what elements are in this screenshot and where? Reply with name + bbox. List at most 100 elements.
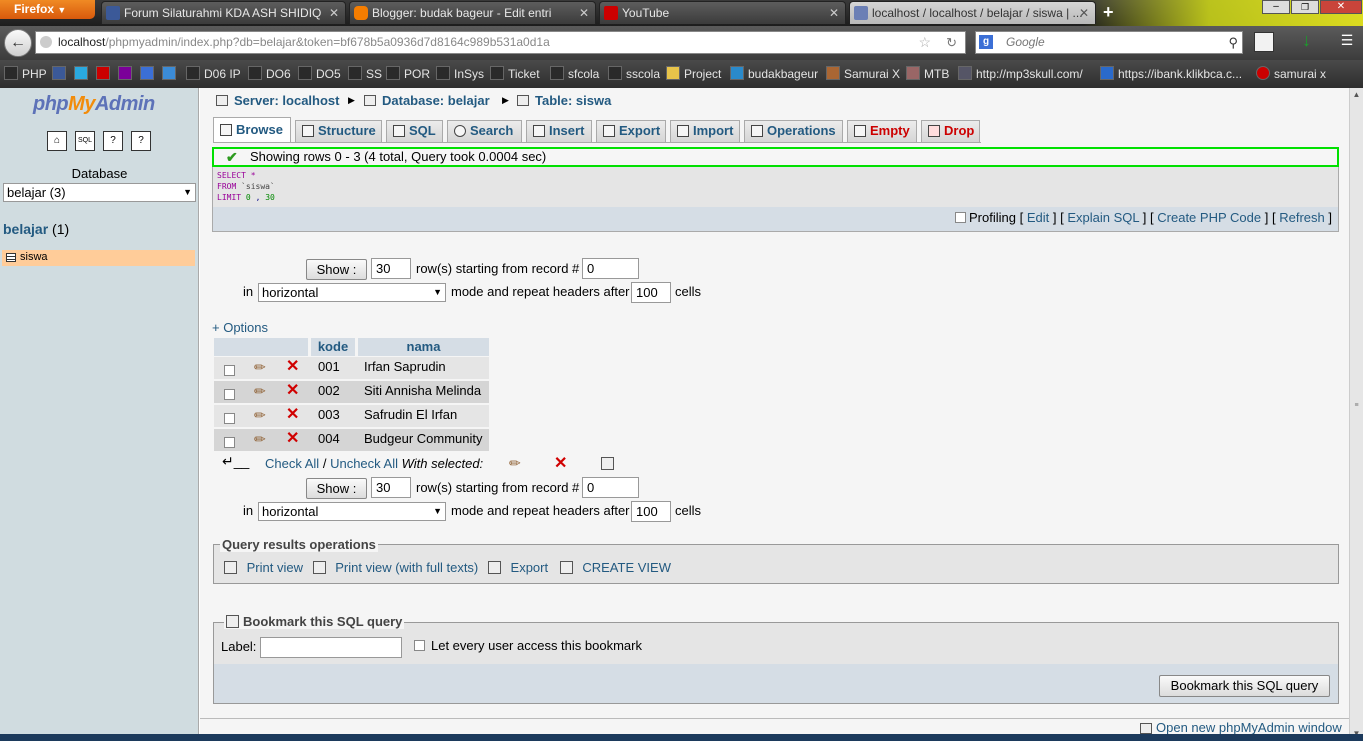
bookmark-label-input[interactable] bbox=[260, 637, 402, 658]
open-new-window-link[interactable]: Open new phpMyAdmin window bbox=[1156, 720, 1342, 735]
bookmark-ticket[interactable]: Ticket bbox=[490, 66, 540, 82]
mysql-docs-icon[interactable]: ? bbox=[131, 131, 151, 151]
repeat-headers-input[interactable]: 100 bbox=[631, 501, 671, 522]
search-icon[interactable]: ⚲ bbox=[1228, 32, 1238, 53]
vertical-scrollbar[interactable]: ▲ ≡ ▼ bbox=[1349, 88, 1363, 741]
bookmark-klikbca[interactable]: https://ibank.klikbca.c... bbox=[1100, 66, 1242, 82]
url-bar[interactable]: localhost/phpmyadmin/index.php?db=belaja… bbox=[35, 31, 966, 54]
tab-insert[interactable]: Insert bbox=[526, 120, 592, 142]
tab-import[interactable]: Import bbox=[670, 120, 740, 142]
show-button[interactable]: Show : bbox=[306, 478, 367, 499]
display-mode-select[interactable]: horizontal ▼ bbox=[258, 502, 446, 521]
addon-icon[interactable] bbox=[1254, 32, 1274, 52]
bookmark-project[interactable]: Project bbox=[666, 66, 721, 82]
browser-tab-blogger[interactable]: Blogger: budak bageur - Edit entri ✕ bbox=[349, 1, 596, 24]
row-checkbox[interactable] bbox=[224, 363, 238, 378]
bookmark-samurai-x[interactable]: Samurai X bbox=[826, 66, 900, 82]
bookmark-samurai-x-2[interactable]: samurai x bbox=[1256, 66, 1326, 82]
menu-icon[interactable]: ☰ bbox=[1335, 32, 1359, 52]
browser-tab-facebook[interactable]: Forum Silaturahmi KDA ASH SHIDIQ ✕ bbox=[101, 1, 346, 24]
row-checkbox[interactable] bbox=[224, 435, 238, 450]
row-checkbox[interactable] bbox=[224, 387, 238, 402]
column-header-kode[interactable]: kode bbox=[311, 338, 355, 356]
phpmyadmin-logo[interactable]: phpMyAdmin bbox=[33, 93, 155, 116]
options-link[interactable]: + Options bbox=[212, 320, 268, 336]
firefox-menu-button[interactable]: Firefox ▼ bbox=[0, 0, 95, 19]
delete-row-icon[interactable]: ✕ bbox=[286, 404, 299, 424]
create-php-code-link[interactable]: Create PHP Code bbox=[1157, 210, 1261, 225]
tab-search[interactable]: Search bbox=[447, 120, 522, 142]
star-icon[interactable]: ☆ bbox=[918, 32, 931, 53]
explain-sql-link[interactable]: Explain SQL bbox=[1067, 210, 1139, 225]
row-checkbox[interactable] bbox=[224, 411, 238, 426]
print-view-full-link[interactable]: Print view (with full texts) bbox=[335, 560, 478, 575]
delete-row-icon[interactable]: ✕ bbox=[286, 356, 299, 376]
close-icon[interactable]: ✕ bbox=[579, 2, 589, 24]
bookmark-sscola[interactable]: sscola bbox=[608, 66, 660, 82]
delete-row-icon[interactable]: ✕ bbox=[286, 380, 299, 400]
rows-count-input[interactable]: 30 bbox=[371, 258, 411, 279]
tab-sql[interactable]: SQL bbox=[386, 120, 443, 142]
check-all-link[interactable]: Check All bbox=[265, 456, 319, 471]
tab-empty[interactable]: Empty bbox=[847, 120, 917, 142]
delete-selected-icon[interactable]: ✕ bbox=[554, 453, 567, 473]
reload-icon[interactable]: ↻ bbox=[946, 32, 957, 53]
tab-drop[interactable]: Drop bbox=[921, 120, 980, 142]
search-input[interactable]: g Google ⚲ bbox=[975, 31, 1243, 54]
browser-tab-phpmyadmin[interactable]: localhost / localhost / belajar / siswa … bbox=[849, 1, 1096, 24]
bookmark-sfcola[interactable]: sfcola bbox=[550, 66, 599, 82]
twitter-bookmark[interactable] bbox=[74, 66, 92, 82]
browser-tab-youtube[interactable]: YouTube ✕ bbox=[599, 1, 846, 24]
edit-row-icon[interactable]: ✏ bbox=[254, 383, 266, 400]
start-record-input[interactable]: 0 bbox=[582, 477, 639, 498]
yahoo-bookmark[interactable] bbox=[118, 66, 136, 82]
edit-selected-icon[interactable]: ✏ bbox=[509, 455, 521, 472]
bookmark-budakbageur[interactable]: budakbageur bbox=[730, 66, 818, 82]
close-window-icon[interactable]: ✕ bbox=[1320, 0, 1362, 14]
current-database-link[interactable]: belajar (1) bbox=[3, 221, 69, 237]
print-view-link[interactable]: Print view bbox=[247, 560, 303, 575]
bookmark-insys[interactable]: InSys bbox=[436, 66, 484, 82]
home-icon[interactable]: ⌂ bbox=[47, 131, 67, 151]
documentation-icon[interactable]: ? bbox=[103, 131, 123, 151]
bookmark-d06ip[interactable]: D06 IP bbox=[186, 66, 241, 82]
create-view-link[interactable]: CREATE VIEW bbox=[582, 560, 671, 575]
rows-count-input[interactable]: 30 bbox=[371, 477, 411, 498]
export-selected-icon[interactable] bbox=[601, 457, 614, 470]
database-select[interactable]: belajar (3) ▼ bbox=[3, 183, 196, 202]
new-tab-button[interactable]: + bbox=[1103, 2, 1114, 23]
tab-export[interactable]: Export bbox=[596, 120, 666, 142]
refresh-link[interactable]: Refresh bbox=[1279, 210, 1325, 225]
breadcrumb-server[interactable]: Server: localhost bbox=[216, 93, 340, 108]
column-header-nama[interactable]: nama bbox=[358, 338, 489, 356]
display-mode-select[interactable]: horizontal ▼ bbox=[258, 283, 446, 302]
bookmark-query-button[interactable]: Bookmark this SQL query bbox=[1159, 675, 1330, 697]
tab-structure[interactable]: Structure bbox=[295, 120, 382, 142]
restore-icon[interactable]: ❐ bbox=[1291, 0, 1319, 14]
bookmark-por[interactable]: POR bbox=[386, 66, 430, 82]
minimize-icon[interactable]: – bbox=[1262, 0, 1290, 14]
show-button[interactable]: Show : bbox=[306, 259, 367, 280]
start-record-input[interactable]: 0 bbox=[582, 258, 639, 279]
bookmark-php[interactable]: PHP bbox=[4, 66, 47, 82]
repeat-headers-input[interactable]: 100 bbox=[631, 282, 671, 303]
four-bookmark[interactable] bbox=[162, 66, 180, 82]
scroll-thumb-grip[interactable]: ≡ bbox=[1351, 402, 1362, 410]
every-user-checkbox[interactable] bbox=[414, 640, 425, 651]
export-link[interactable]: Export bbox=[511, 560, 549, 575]
close-icon[interactable]: ✕ bbox=[829, 2, 839, 24]
edit-link[interactable]: Edit bbox=[1027, 210, 1049, 225]
bookmark-do6[interactable]: DO6 bbox=[248, 66, 291, 82]
bookmark-mtb[interactable]: MTB bbox=[906, 66, 949, 82]
edit-row-icon[interactable]: ✏ bbox=[254, 359, 266, 376]
tab-browse[interactable]: Browse bbox=[213, 117, 291, 142]
tab-operations[interactable]: Operations bbox=[744, 120, 843, 142]
uncheck-all-link[interactable]: Uncheck All bbox=[330, 456, 398, 471]
breadcrumb-table[interactable]: Table: siswa bbox=[517, 93, 611, 108]
bookmark-mp3skull[interactable]: http://mp3skull.com/ bbox=[958, 66, 1083, 82]
youtube-bookmark[interactable] bbox=[96, 66, 114, 82]
delete-row-icon[interactable]: ✕ bbox=[286, 428, 299, 448]
sidebar-item-siswa[interactable]: siswa bbox=[2, 250, 195, 266]
bookmark-do5[interactable]: DO5 bbox=[298, 66, 341, 82]
profiling-checkbox[interactable] bbox=[954, 212, 966, 223]
